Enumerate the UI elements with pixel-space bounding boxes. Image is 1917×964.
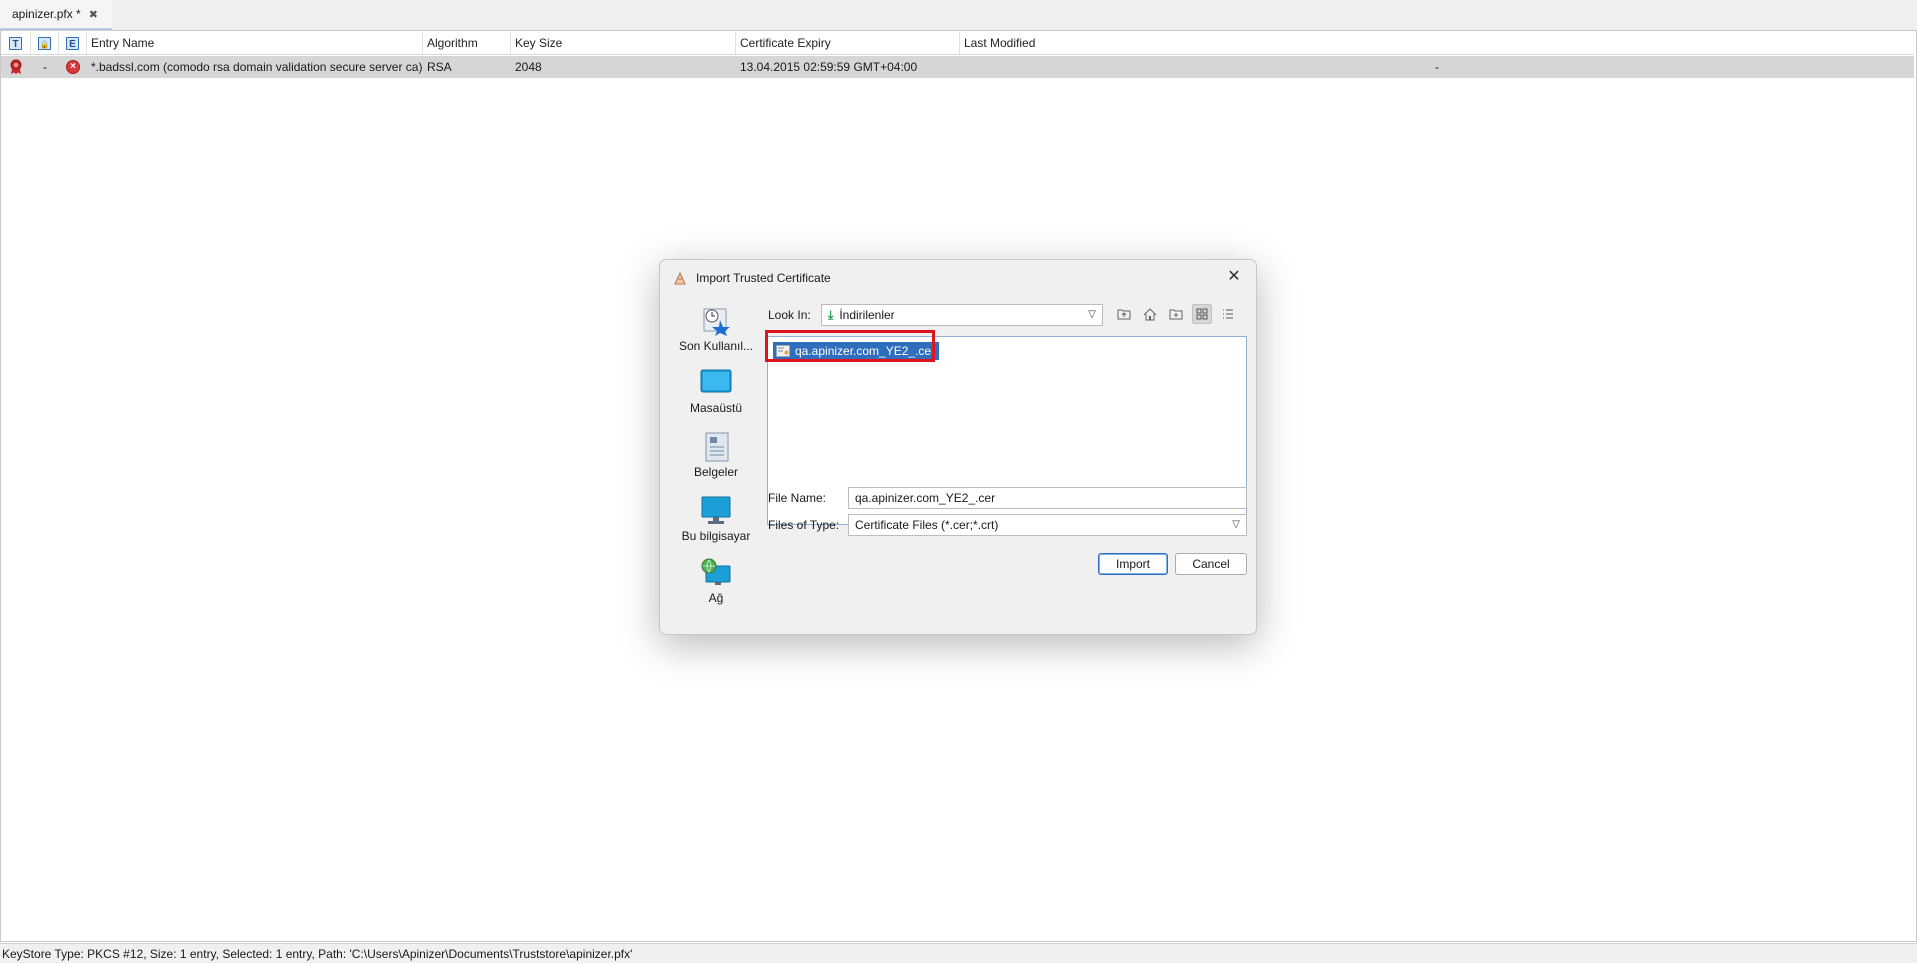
chevron-down-icon: ▽: [1232, 519, 1240, 530]
grid-view-icon: [1196, 308, 1208, 320]
status-bar: KeyStore Type: PKCS #12, Size: 1 entry, …: [0, 943, 1917, 963]
column-header-certificate-expiry[interactable]: Certificate Expiry: [736, 32, 960, 54]
entry-name-cell: *.badssl.com (comodo rsa domain validati…: [91, 60, 423, 74]
list-view-icon: [1223, 309, 1233, 319]
expiry-icon: E: [66, 36, 79, 50]
desktop-icon: [700, 368, 732, 398]
key-size-cell: 2048: [515, 60, 542, 74]
recent-icon: [700, 306, 732, 336]
close-tab-icon[interactable]: ✖: [89, 8, 98, 21]
up-folder-button[interactable]: [1114, 304, 1134, 324]
column-header-expiry-status[interactable]: E: [59, 32, 87, 54]
close-dialog-button[interactable]: ✕: [1222, 266, 1246, 288]
files-of-type-value: Certificate Files (*.cer;*.crt): [855, 518, 999, 532]
certificate-expiry-cell: 13.04.2015 02:59:59 GMT+04:00: [740, 60, 918, 74]
column-header-lock[interactable]: 🔒: [31, 32, 59, 54]
place-label: Masaüstü: [689, 401, 743, 415]
downloads-icon: ⤓: [828, 308, 834, 322]
lock-icon: 🔒: [38, 36, 51, 50]
files-of-type-combo[interactable]: Certificate Files (*.cer;*.crt) ▽: [848, 514, 1247, 536]
documents-icon: [700, 432, 732, 462]
algorithm-cell: RSA: [427, 60, 452, 74]
highlight-box: [765, 330, 935, 362]
look-in-label: Look In:: [768, 308, 811, 322]
app-logo-icon: [674, 271, 686, 285]
place-recent[interactable]: Son Kullanıl...: [668, 306, 764, 353]
file-name-label: File Name:: [768, 491, 827, 505]
home-button[interactable]: [1140, 304, 1160, 324]
editor-tab-strip: apinizer.pfx * ✖: [0, 0, 1917, 30]
lock-status-cell: -: [43, 60, 47, 74]
place-this-pc[interactable]: Bu bilgisayar: [668, 496, 764, 543]
entry-type-cell: [1, 56, 31, 78]
tab-label: apinizer.pfx *: [12, 7, 81, 21]
table-header: T 🔒 E Entry Name Algorithm Key Size Cert…: [1, 32, 1914, 55]
cancel-button[interactable]: Cancel: [1175, 553, 1247, 575]
place-label: Ağ: [708, 591, 724, 605]
files-of-type-label: Files of Type:: [768, 518, 840, 532]
chevron-down-icon: ▽: [1088, 309, 1096, 320]
home-icon: [1143, 307, 1157, 320]
new-folder-button[interactable]: [1166, 304, 1186, 324]
type-icon: T: [9, 36, 22, 50]
place-label: Bu bilgisayar: [681, 529, 751, 543]
column-header-last-modified[interactable]: Last Modified: [960, 32, 1914, 54]
column-header-type[interactable]: T: [1, 32, 31, 54]
dialog-title: Import Trusted Certificate: [696, 271, 831, 285]
table-row[interactable]: - × *.badssl.com (comodo rsa domain vali…: [1, 56, 1914, 78]
place-network[interactable]: Ağ: [668, 558, 764, 605]
icon-view-button[interactable]: [1192, 304, 1212, 324]
look-in-combo[interactable]: ⤓ İndirilenler ▽: [821, 304, 1103, 326]
folder-up-icon: [1117, 309, 1131, 320]
details-view-button[interactable]: [1218, 304, 1238, 324]
computer-icon: [700, 496, 732, 526]
dialog-title-bar: Import Trusted Certificate: [672, 268, 831, 288]
last-modified-cell: -: [1435, 60, 1439, 74]
tab-apinizer-pfx[interactable]: apinizer.pfx * ✖: [0, 0, 112, 30]
column-header-key-size[interactable]: Key Size: [511, 32, 736, 54]
expiry-status-cell: ×: [59, 56, 87, 78]
file-name-input[interactable]: qa.apinizer.com_YE2_.cer: [848, 487, 1247, 509]
column-header-algorithm[interactable]: Algorithm: [423, 32, 511, 54]
expired-error-icon: ×: [66, 60, 80, 74]
look-in-value: İndirilenler: [839, 308, 895, 322]
new-folder-icon: [1169, 309, 1183, 320]
column-header-entry-name[interactable]: Entry Name: [87, 32, 423, 54]
place-label: Son Kullanıl...: [678, 339, 754, 353]
certificate-ribbon-icon: [10, 59, 22, 74]
place-label: Belgeler: [693, 465, 739, 479]
network-icon: [700, 558, 732, 588]
place-documents[interactable]: Belgeler: [668, 432, 764, 479]
place-desktop[interactable]: Masaüstü: [668, 368, 764, 415]
import-trusted-certificate-dialog: Import Trusted Certificate ✕ Son Kullanı…: [659, 259, 1257, 635]
import-button[interactable]: Import: [1098, 553, 1168, 575]
